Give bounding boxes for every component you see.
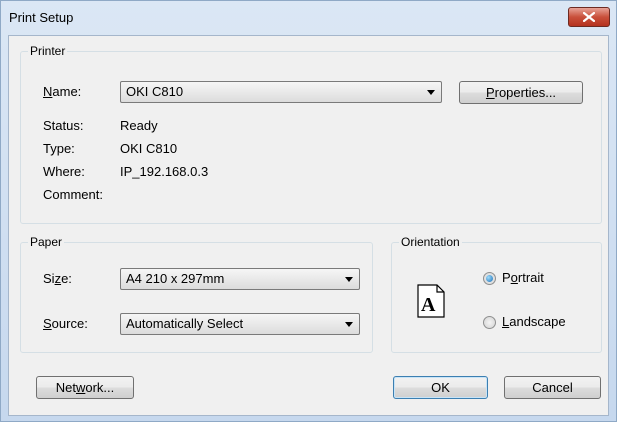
portrait-label[interactable]: Portrait xyxy=(502,270,544,286)
paper-size-value: A4 210 x 297mm xyxy=(126,271,225,286)
source-label: Source: xyxy=(43,316,88,331)
size-label: Size: xyxy=(43,271,72,286)
close-icon xyxy=(583,12,595,22)
type-label: Type: xyxy=(43,141,75,156)
paper-size-select[interactable]: A4 210 x 297mm xyxy=(120,268,360,290)
portrait-radio[interactable] xyxy=(483,272,496,285)
paper-source-value: Automatically Select xyxy=(126,316,244,331)
type-value: OKI C810 xyxy=(120,141,178,156)
status-value: Ready xyxy=(120,118,158,133)
dialog-body: Printer Name: OKI C810 Properties... Sta… xyxy=(8,35,609,416)
where-label: Where: xyxy=(43,164,85,179)
cancel-button[interactable]: Cancel xyxy=(504,376,601,399)
printer-group: Printer Name: OKI C810 Properties... Sta… xyxy=(20,44,602,224)
close-button[interactable] xyxy=(568,7,610,27)
where-value: IP_192.168.0.3 xyxy=(120,164,209,179)
landscape-radio[interactable] xyxy=(483,316,496,329)
landscape-label[interactable]: Landscape xyxy=(502,314,566,330)
svg-text:A: A xyxy=(421,294,436,316)
name-label: Name: xyxy=(43,84,82,99)
properties-button[interactable]: Properties... xyxy=(459,81,583,104)
print-setup-dialog: Print Setup Printer Name: OKI C810 Prope… xyxy=(0,0,617,422)
paper-group: Paper Size: A4 210 x 297mm Source: Autom… xyxy=(20,235,373,353)
paper-source-select[interactable]: Automatically Select xyxy=(120,313,360,335)
chevron-down-icon xyxy=(345,322,353,327)
chevron-down-icon xyxy=(345,277,353,282)
printer-name-value: OKI C810 xyxy=(126,84,184,99)
chevron-down-icon xyxy=(427,90,435,95)
network-button[interactable]: Network... xyxy=(36,376,134,399)
status-label: Status: xyxy=(43,118,84,133)
orientation-group-label: Orientation xyxy=(399,235,462,249)
portrait-page-icon: A xyxy=(417,284,445,318)
printer-name-select[interactable]: OKI C810 xyxy=(120,81,442,103)
printer-group-label: Printer xyxy=(28,44,68,58)
window-title: Print Setup xyxy=(9,10,74,25)
title-bar[interactable]: Print Setup xyxy=(1,1,616,35)
comment-label: Comment: xyxy=(43,187,103,202)
orientation-group: Orientation A Portrait Landscape xyxy=(391,235,602,353)
ok-button[interactable]: OK xyxy=(393,376,488,399)
paper-group-label: Paper xyxy=(28,235,65,249)
